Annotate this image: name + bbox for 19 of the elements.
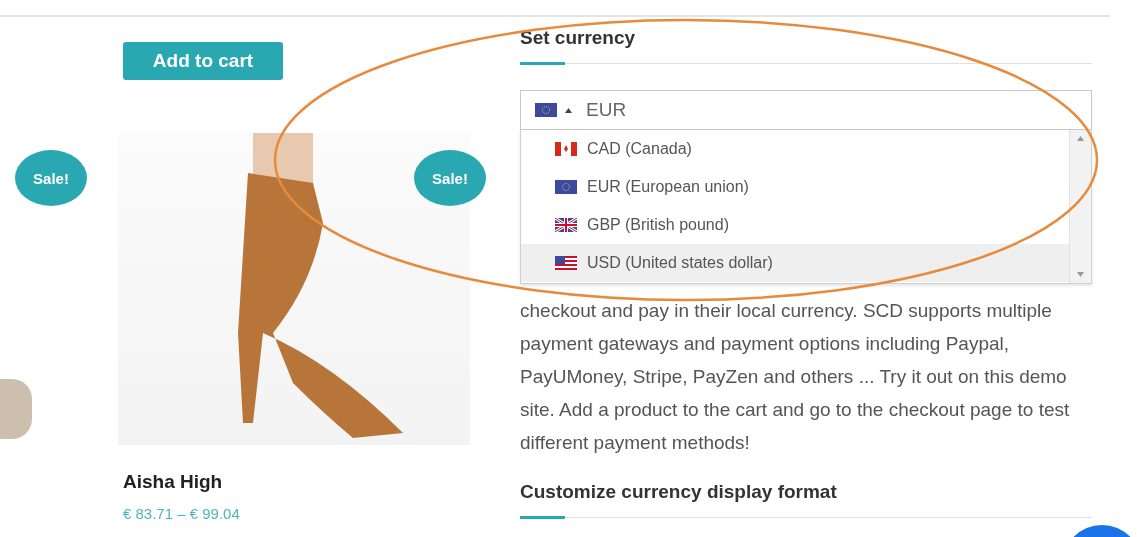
eu-flag-icon bbox=[535, 103, 557, 117]
section-heading: Set currency bbox=[520, 27, 637, 49]
scroll-down-icon[interactable] bbox=[1077, 272, 1084, 277]
product-price: € 83.71 – € 99.04 bbox=[123, 505, 241, 522]
currency-option[interactable]: USD (United states dollar) bbox=[521, 244, 1069, 282]
currency-option[interactable]: CAD (Canada) bbox=[521, 130, 1069, 168]
eu-flag-icon bbox=[555, 180, 577, 194]
currency-select[interactable]: EUR bbox=[520, 90, 1092, 130]
section-heading: Customize currency display format bbox=[520, 481, 838, 503]
canada-flag-icon bbox=[555, 142, 577, 156]
us-flag-icon bbox=[555, 256, 577, 270]
scrollbar[interactable] bbox=[1069, 130, 1091, 283]
product-name[interactable]: Aisha High bbox=[123, 471, 500, 493]
product-photo-placeholder bbox=[0, 379, 32, 439]
sale-badge: Sale! bbox=[15, 150, 87, 206]
caret-icon bbox=[565, 107, 572, 113]
description-text: checkout and pay in their local currency. SCD supports multiple payment gateways and payment options including Paypal, PayUMoney, Stripe, PayZen and others ... Try it out on this demo site. Add a product to the cart and go to the checkout page to test different payment methods! bbox=[520, 299, 1071, 455]
uk-flag-icon bbox=[555, 218, 577, 232]
scroll-up-icon[interactable] bbox=[1077, 136, 1084, 141]
